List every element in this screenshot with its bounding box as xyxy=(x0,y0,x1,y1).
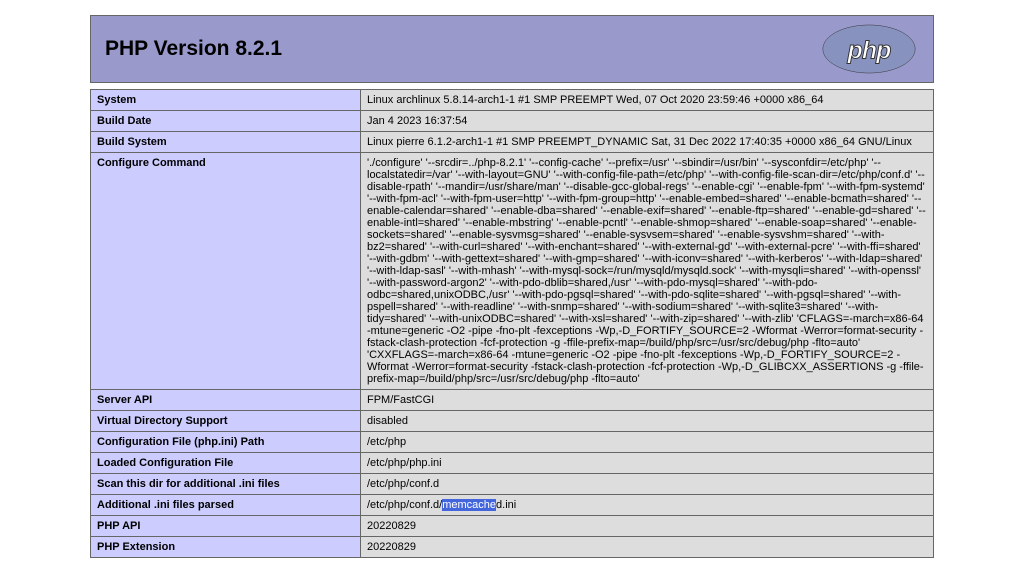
table-row: Scan this dir for additional .ini files/… xyxy=(91,474,934,495)
table-row: Server APIFPM/FastCGI xyxy=(91,390,934,411)
info-value: './configure' '--srcdir=../php-8.2.1' '-… xyxy=(361,153,934,390)
table-row: PHP API20220829 xyxy=(91,516,934,537)
info-key: Scan this dir for additional .ini files xyxy=(91,474,361,495)
table-row: Configuration File (php.ini) Path/etc/ph… xyxy=(91,432,934,453)
table-row: SystemLinux archlinux 5.8.14-arch1-1 #1 … xyxy=(91,90,934,111)
value-prefix: /etc/php/conf.d/ xyxy=(367,499,442,511)
info-value: /etc/php/conf.d xyxy=(361,474,934,495)
table-row: Loaded Configuration File/etc/php/php.in… xyxy=(91,453,934,474)
info-value: 20220829 xyxy=(361,516,934,537)
table-row: PHP Extension20220829 xyxy=(91,537,934,558)
table-row: Build SystemLinux pierre 6.1.2-arch1-1 #… xyxy=(91,132,934,153)
info-value: /etc/php/conf.d/memcached.ini xyxy=(361,495,934,516)
php-logo: php xyxy=(819,24,919,74)
info-key: PHP API xyxy=(91,516,361,537)
info-value: FPM/FastCGI xyxy=(361,390,934,411)
info-key: Configuration File (php.ini) Path xyxy=(91,432,361,453)
info-value: Linux archlinux 5.8.14-arch1-1 #1 SMP PR… xyxy=(361,90,934,111)
info-value: Jan 4 2023 16:37:54 xyxy=(361,111,934,132)
value-suffix: d.ini xyxy=(496,499,516,511)
info-key: Virtual Directory Support xyxy=(91,411,361,432)
phpinfo-table: SystemLinux archlinux 5.8.14-arch1-1 #1 … xyxy=(90,89,934,558)
table-row: Build DateJan 4 2023 16:37:54 xyxy=(91,111,934,132)
search-highlight: memcache xyxy=(442,499,496,511)
info-key: Server API xyxy=(91,390,361,411)
info-value: /etc/php/php.ini xyxy=(361,453,934,474)
info-key: PHP Extension xyxy=(91,537,361,558)
info-key: Additional .ini files parsed xyxy=(91,495,361,516)
info-value: /etc/php xyxy=(361,432,934,453)
info-key: System xyxy=(91,90,361,111)
svg-text:php: php xyxy=(847,37,892,65)
info-key: Build System xyxy=(91,132,361,153)
info-key: Configure Command xyxy=(91,153,361,390)
table-row: Virtual Directory Supportdisabled xyxy=(91,411,934,432)
table-row: Additional .ini files parsed/etc/php/con… xyxy=(91,495,934,516)
info-value: 20220829 xyxy=(361,537,934,558)
phpinfo-header: PHP Version 8.2.1 php xyxy=(90,15,934,83)
info-value: Linux pierre 6.1.2-arch1-1 #1 SMP PREEMP… xyxy=(361,132,934,153)
info-key: Build Date xyxy=(91,111,361,132)
page-title: PHP Version 8.2.1 xyxy=(105,37,282,61)
info-value: disabled xyxy=(361,411,934,432)
table-row: Configure Command'./configure' '--srcdir… xyxy=(91,153,934,390)
info-key: Loaded Configuration File xyxy=(91,453,361,474)
